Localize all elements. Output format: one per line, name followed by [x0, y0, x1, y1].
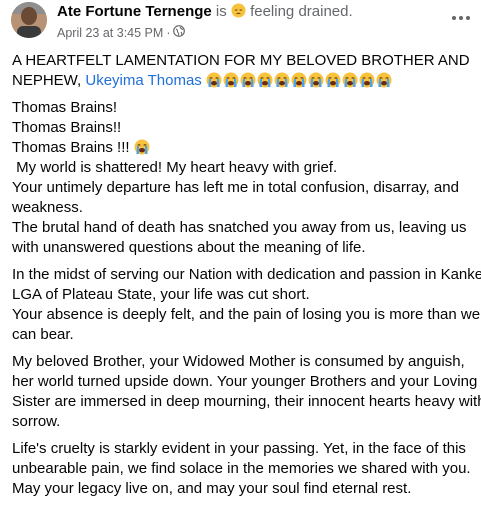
title-text: A HEARTFELT LAMENTATION FOR MY BELOVED B… — [12, 52, 470, 69]
text-line: In the midst of serving our Nation with … — [12, 266, 481, 283]
loudly-crying-face-icon — [206, 72, 223, 89]
post-body: A HEARTFELT LAMENTATION FOR MY BELOVED B… — [12, 51, 481, 506]
title-line-2: NEPHEW, Ukeyima Thomas — [12, 71, 480, 91]
feeling-text: feeling drained. — [245, 3, 353, 20]
author-line: Ate Fortune Ternenge is feeling drained. — [57, 3, 353, 22]
more-options-button[interactable] — [449, 8, 473, 28]
post-paragraph: Thomas Brains! Thomas Brains!! Thomas Brai… — [12, 98, 480, 258]
loudly-crying-face-icon — [223, 72, 240, 89]
loudly-crying-face-icon — [359, 72, 376, 89]
text-line: weakness. — [12, 199, 83, 216]
paragraphs: Thomas Brains! Thomas Brains!! Thomas Brai… — [12, 98, 481, 499]
text-line: May your legacy live on, and may your so… — [12, 480, 412, 497]
text-line: Sister are immersed in deep mourning, th… — [12, 393, 481, 410]
loudly-crying-face-icon — [325, 72, 342, 89]
loudly-crying-face-icon — [376, 72, 393, 89]
loudly-crying-face-icon — [257, 72, 274, 89]
loudly-crying-face-icon — [134, 139, 151, 156]
text-line: My beloved Brother, your Widowed Mother … — [12, 353, 465, 370]
loudly-crying-face-icon — [274, 72, 291, 89]
text-line: LGA of Plateau State, your life was cut … — [12, 286, 310, 303]
text-line: can bear. — [12, 326, 74, 343]
post-paragraph: My beloved Brother, your Widowed Mother … — [12, 352, 481, 432]
pensive-face-icon — [231, 3, 246, 22]
separator: · — [166, 25, 171, 40]
post-meta: April 23 at 3:45 PM · — [57, 25, 186, 40]
text-line: her world turned upside down. Your young… — [12, 373, 478, 390]
text-line: sorrow. — [12, 413, 61, 430]
post-header: Ate Fortune Ternenge is feeling drained.… — [0, 0, 481, 44]
tagged-name-link[interactable]: Ukeyima Thomas — [85, 72, 201, 89]
author-name[interactable]: Ate Fortune Ternenge — [57, 3, 212, 20]
avatar[interactable] — [11, 2, 47, 38]
text-line: with unanswered questions about the mean… — [12, 239, 366, 256]
text-line: Life's cruelty is starkly evident in you… — [12, 440, 466, 457]
post-title: A HEARTFELT LAMENTATION FOR MY BELOVED B… — [12, 51, 480, 91]
loudly-crying-face-icon — [291, 72, 308, 89]
title-line-1: A HEARTFELT LAMENTATION FOR MY BELOVED B… — [12, 51, 480, 71]
text-line: unbearable pain, we find solace in the m… — [12, 460, 471, 477]
text-line: Thomas Brains !!! — [12, 138, 480, 158]
title-text-continued: NEPHEW, — [12, 72, 86, 89]
text-line: Your absence is deeply felt, and the pai… — [12, 306, 481, 323]
text-line: My world is shattered! My heart heavy wi… — [12, 159, 338, 176]
text-line: Thomas Brains!! — [12, 119, 122, 136]
globe-icon — [173, 25, 186, 40]
loudly-crying-face-icon — [240, 72, 257, 89]
status-prefix: is — [211, 3, 231, 20]
loudly-crying-face-icon — [308, 72, 325, 89]
text-line: Thomas Brains! — [12, 99, 118, 116]
post-paragraph: In the midst of serving our Nation with … — [12, 265, 481, 345]
text-line: The brutal hand of death has snatched yo… — [12, 219, 467, 236]
text-line: Your untimely departure has left me in t… — [12, 179, 459, 196]
loudly-crying-face-icon — [342, 72, 359, 89]
post-paragraph: Life's cruelty is starkly evident in you… — [12, 439, 480, 499]
timestamp[interactable]: April 23 at 3:45 PM — [57, 26, 163, 40]
